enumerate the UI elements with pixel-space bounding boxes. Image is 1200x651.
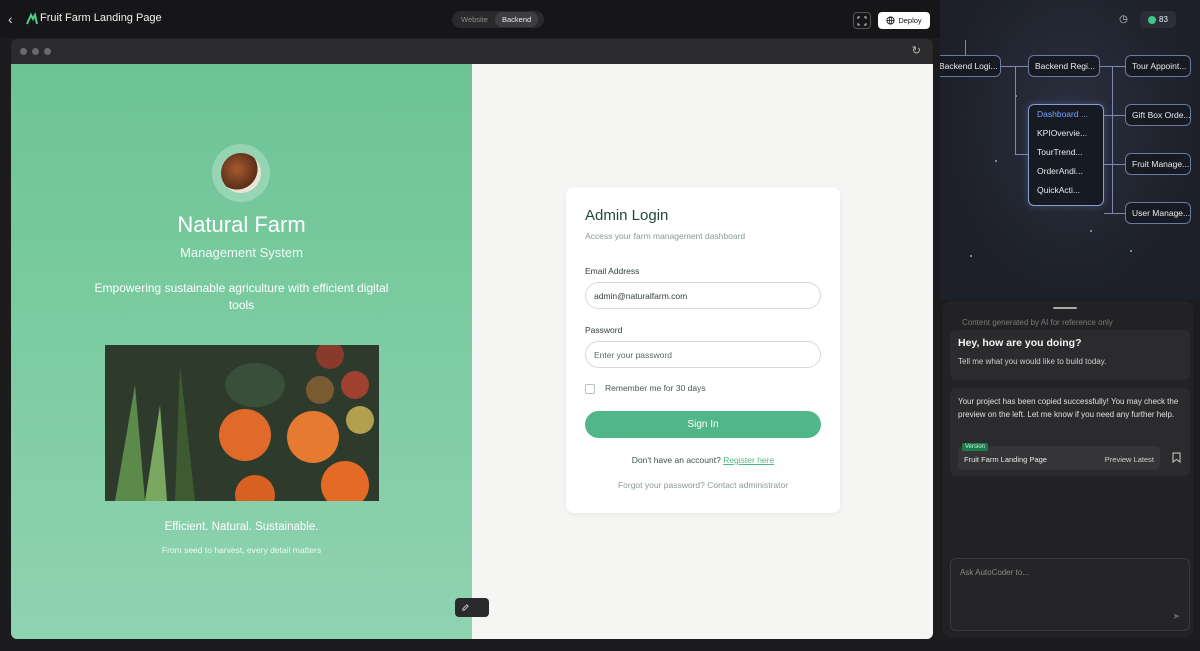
assistant-text: Your project has been copied successfull… <box>958 397 1179 419</box>
login-card: Admin Login Access your farm management … <box>566 187 840 513</box>
edge <box>1112 66 1113 213</box>
edge <box>1104 164 1125 165</box>
edit-button[interactable] <box>455 598 489 617</box>
farm-avatar <box>212 144 270 202</box>
hero-tagline: Efficient. Natural. Sustainable. <box>164 521 319 533</box>
star <box>995 160 997 162</box>
greeting-message: Hey, how are you doing? Tell me what you… <box>950 330 1190 380</box>
chat-input[interactable]: Ask AutoCoder to... ➤ <box>950 558 1190 631</box>
project-title: Fruit Farm Landing Page <box>40 12 162 24</box>
bookmark-icon[interactable] <box>1172 452 1182 464</box>
hero-title: Natural Farm <box>177 212 306 237</box>
star <box>1130 250 1132 252</box>
credits-badge[interactable]: 83 <box>1140 11 1176 28</box>
group-item-tour-trend[interactable]: TourTrend... <box>1029 143 1103 162</box>
hero-description: Empowering sustainable agriculture with … <box>94 281 389 312</box>
password-field[interactable]: Enter your password <box>585 341 821 368</box>
greeting-text: Tell me what you would like to build tod… <box>958 357 1107 366</box>
node-group-dashboard[interactable]: Dashboard ... KPIOvervie... TourTrend...… <box>1028 104 1104 206</box>
node-gift-box-order[interactable]: Gift Box Orde... <box>1125 104 1191 126</box>
back-arrow-icon[interactable]: ‹ <box>8 11 22 27</box>
remember-label: Remember me for 30 days <box>605 383 706 393</box>
version-card[interactable]: Version Fruit Farm Landing Page Preview … <box>958 443 1160 470</box>
register-link[interactable]: Register here <box>723 455 774 465</box>
hero-tag-subtitle: From seed to harvest, every detail matte… <box>161 545 322 555</box>
gem-icon <box>1148 15 1157 24</box>
hero-subtitle: Management System <box>180 245 303 260</box>
email-label: Email Address <box>585 266 640 276</box>
view-toggle: Website Backend <box>452 11 544 28</box>
preview-latest-button[interactable]: Preview Latest <box>1105 455 1154 464</box>
cow-image <box>221 153 261 193</box>
login-subtitle: Access your farm management dashboard <box>585 231 746 241</box>
deploy-button[interactable]: Deploy <box>878 12 930 29</box>
version-name: Fruit Farm Landing Page <box>964 455 1047 464</box>
history-icon[interactable]: ◷ <box>1115 11 1132 28</box>
window-dot <box>44 48 51 55</box>
flow-graph: ◷ 83 Backend Logi... Backend Regi... Tou… <box>940 0 1200 300</box>
star <box>1090 230 1092 232</box>
node-fruit-management[interactable]: Fruit Manage... <box>1125 153 1191 175</box>
fullscreen-icon <box>857 16 867 25</box>
app-logo-icon <box>26 12 38 25</box>
forgot-password-link[interactable]: Forgot your password? Contact administra… <box>566 480 840 490</box>
preview-viewport: Natural Farm Management System Empowerin… <box>11 64 933 639</box>
chat-input-placeholder: Ask AutoCoder to... <box>960 568 1029 577</box>
node-user-management[interactable]: User Manage... <box>1125 202 1191 224</box>
produce-image <box>105 345 379 501</box>
register-line: Don't have an account? Register here <box>566 455 840 465</box>
browser-bar: ↻ <box>11 39 933 64</box>
hero-panel: Natural Farm Management System Empowerin… <box>11 64 472 639</box>
password-label: Password <box>585 325 623 335</box>
edge <box>1104 115 1125 116</box>
pencil-icon <box>462 604 469 611</box>
remember-checkbox[interactable] <box>585 384 595 394</box>
edge <box>1015 154 1028 155</box>
top-bar: ‹ Fruit Farm Landing Page Website Backen… <box>0 0 940 38</box>
send-icon[interactable]: ➤ <box>1172 611 1180 622</box>
drag-handle[interactable] <box>1053 307 1077 309</box>
group-item-kpi[interactable]: KPIOvervie... <box>1029 124 1103 143</box>
ai-disclaimer: Content generated by AI for reference on… <box>962 318 1113 327</box>
email-field[interactable]: admin@naturalfarm.com <box>585 282 821 309</box>
tab-backend[interactable]: Backend <box>494 12 539 27</box>
star <box>970 255 972 257</box>
window-dot <box>20 48 27 55</box>
group-item-dashboard[interactable]: Dashboard ... <box>1029 105 1103 124</box>
group-item-order[interactable]: OrderAndi... <box>1029 162 1103 181</box>
node-backend-login[interactable]: Backend Logi... <box>940 55 1001 77</box>
fullscreen-button[interactable] <box>853 12 871 29</box>
node-tour-appointment[interactable]: Tour Appoint... <box>1125 55 1191 77</box>
register-prefix: Don't have an account? <box>631 455 721 465</box>
window-dot <box>32 48 39 55</box>
login-panel: Admin Login Access your farm management … <box>472 64 933 639</box>
greeting-title: Hey, how are you doing? <box>958 337 1082 349</box>
edge <box>1015 66 1016 154</box>
assistant-message: Your project has been copied successfull… <box>950 388 1190 476</box>
chat-panel: Content generated by AI for reference on… <box>943 301 1193 638</box>
sign-in-button[interactable]: Sign In <box>585 411 821 438</box>
deploy-label: Deploy <box>898 16 922 25</box>
edge <box>1104 213 1125 214</box>
credits-count: 83 <box>1159 15 1168 24</box>
login-title: Admin Login <box>585 207 669 224</box>
preview-window: ↻ Natural Farm Management System Empower… <box>11 39 933 639</box>
group-item-quick-actions[interactable]: QuickActi... <box>1029 181 1103 200</box>
globe-icon <box>886 16 895 25</box>
tab-website[interactable]: Website <box>454 12 495 27</box>
node-backend-register[interactable]: Backend Regi... <box>1028 55 1100 77</box>
reload-icon[interactable]: ↻ <box>912 44 921 57</box>
version-badge: Version <box>962 443 989 451</box>
